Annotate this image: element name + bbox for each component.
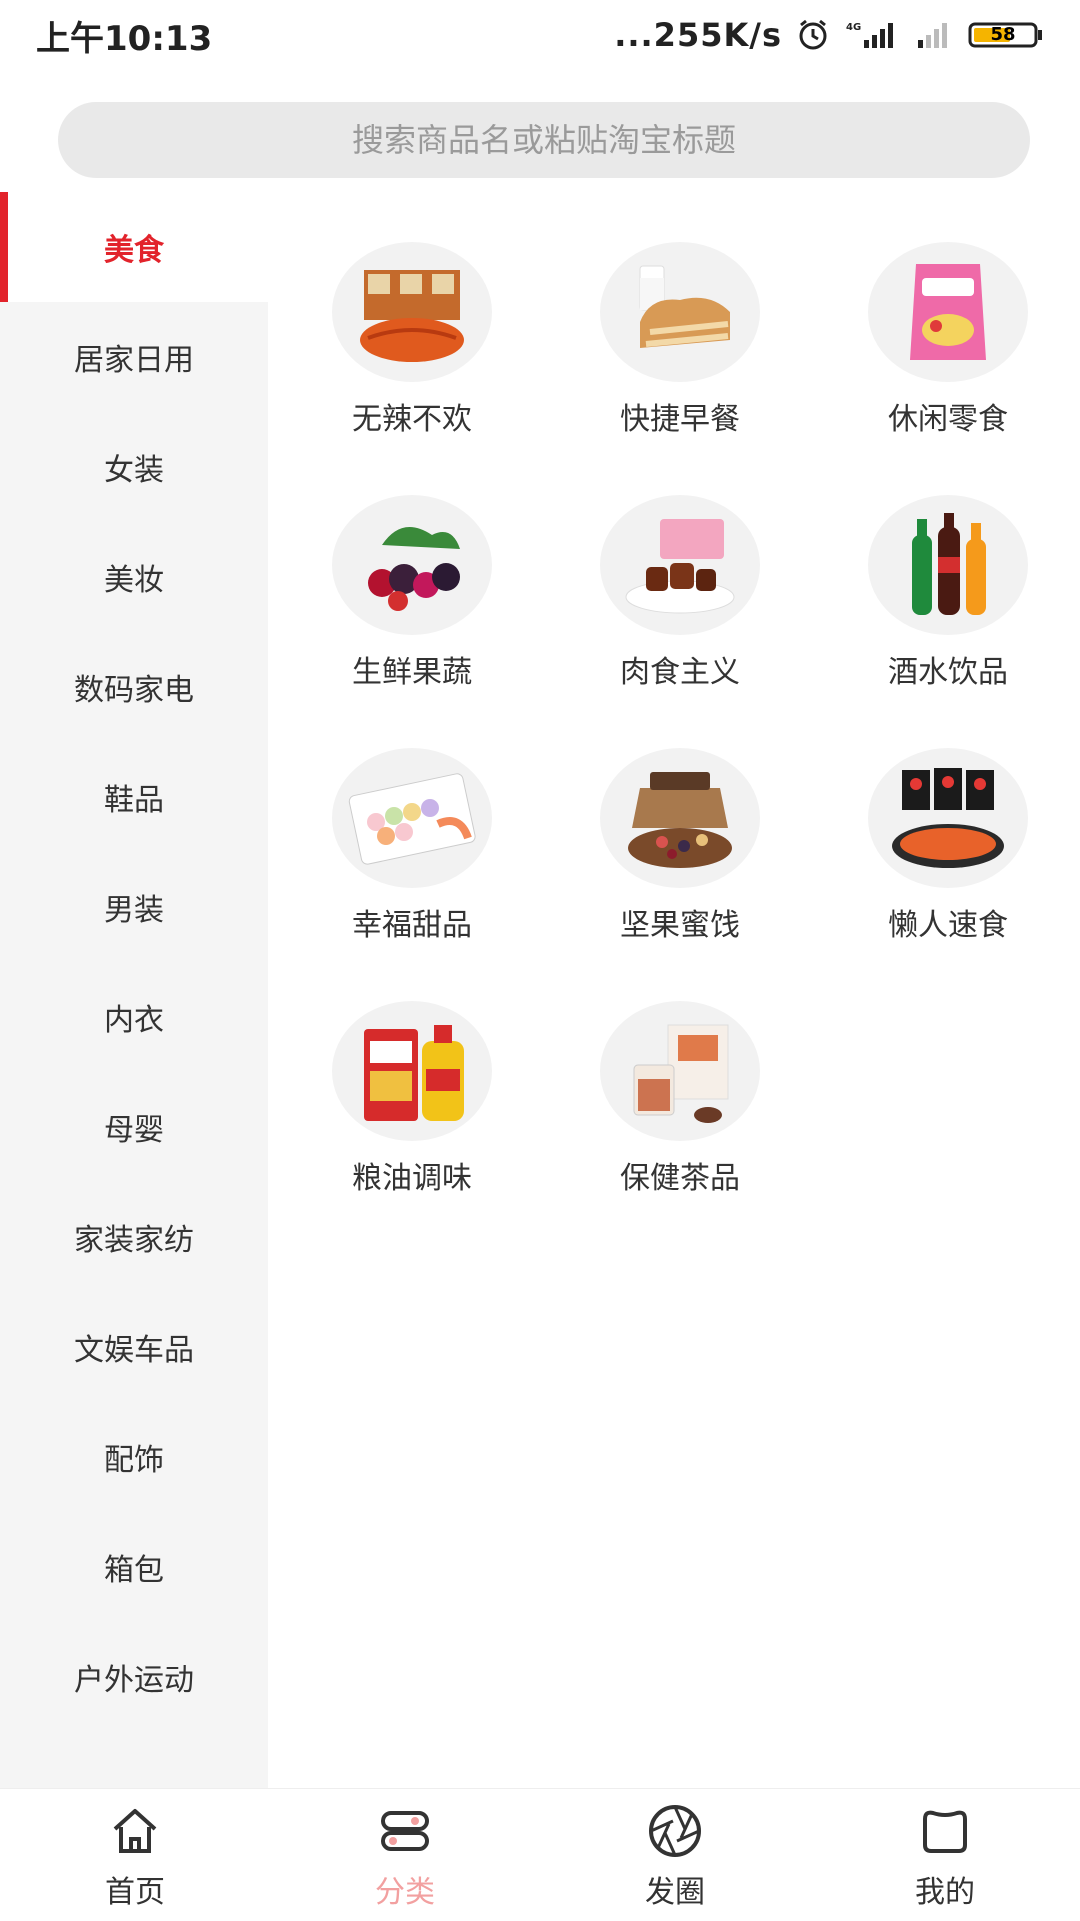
tab-category[interactable]: 分类	[270, 1789, 540, 1921]
category-label: 快捷早餐	[620, 402, 740, 437]
drinks-image	[868, 495, 1028, 635]
svg-text:4G: 4G	[846, 22, 861, 33]
tab-label: 首页	[105, 1875, 165, 1910]
sidebar-item-beauty[interactable]: 美妆	[0, 522, 268, 632]
sidebar-item-mens-wear[interactable]: 男装	[0, 852, 268, 962]
alarm-icon	[796, 18, 830, 52]
battery-icon: 58	[968, 22, 1044, 48]
signal-4g-icon: 4G	[844, 20, 900, 50]
bottom-tab-bar: 首页 分类 发圈 我的	[0, 1788, 1080, 1921]
sidebar-item-womens-wear[interactable]: 女装	[0, 412, 268, 522]
category-label: 无辣不欢	[352, 402, 472, 437]
tab-label: 发圈	[645, 1875, 705, 1910]
aperture-icon	[643, 1799, 707, 1863]
spicy-snack-image	[332, 242, 492, 382]
category-label: 幸福甜品	[352, 908, 472, 943]
category-label: 粮油调味	[352, 1161, 472, 1196]
category-item[interactable]: 保健茶品	[546, 1001, 814, 1254]
sidebar-item-home-textile[interactable]: 家装家纺	[0, 1182, 268, 1292]
tab-label: 我的	[915, 1875, 975, 1910]
category-item[interactable]: 粮油调味	[278, 1001, 546, 1254]
bread-milk-image	[600, 242, 760, 382]
tea-image	[600, 1001, 760, 1141]
category-label: 懒人速食	[888, 908, 1008, 943]
sidebar-item-bags[interactable]: 箱包	[0, 1512, 268, 1622]
macarons-image	[332, 748, 492, 888]
category-item[interactable]: 无辣不欢	[278, 242, 546, 495]
category-item[interactable]: 休闲零食	[814, 242, 1080, 495]
net-speed: ...255K/s	[614, 16, 782, 54]
category-label: 休闲零食	[888, 402, 1008, 437]
category-icon	[373, 1799, 437, 1863]
nuts-image	[600, 748, 760, 888]
tab-moments[interactable]: 发圈	[540, 1789, 810, 1921]
search-input[interactable]	[58, 120, 1030, 160]
sidebar-item-accessories[interactable]: 配饰	[0, 1402, 268, 1512]
sidebar-item-outdoor[interactable]: 户外运动	[0, 1622, 268, 1732]
noodles-image	[868, 748, 1028, 888]
category-grid: 无辣不欢 快捷早餐 休闲零食 生鲜果蔬 肉食主义 酒水饮品 幸福甜品 坚果蜜饯 …	[268, 192, 1080, 1254]
battery-level: 58	[990, 24, 1016, 45]
signal-icon	[914, 20, 954, 50]
category-item[interactable]: 酒水饮品	[814, 495, 1080, 748]
category-item[interactable]: 坚果蜜饯	[546, 748, 814, 1001]
category-sidebar: 美食 居家日用 女装 美妆 数码家电 鞋品 男装 内衣 母婴 家装家纺 文娱车品…	[0, 192, 268, 1788]
category-item[interactable]: 肉食主义	[546, 495, 814, 748]
status-right: ...255K/s 4G 58	[614, 16, 1044, 54]
profile-icon	[913, 1799, 977, 1863]
sidebar-item-digital[interactable]: 数码家电	[0, 632, 268, 742]
status-bar: 上午10:13 ...255K/s 4G 58	[0, 0, 1080, 70]
category-label: 生鲜果蔬	[352, 655, 472, 690]
search-bar[interactable]	[58, 102, 1030, 178]
status-time: 上午10:13	[36, 18, 213, 59]
home-icon	[103, 1799, 167, 1863]
sidebar-item-entertainment-auto[interactable]: 文娱车品	[0, 1292, 268, 1402]
category-item[interactable]: 快捷早餐	[546, 242, 814, 495]
category-item[interactable]: 生鲜果蔬	[278, 495, 546, 748]
category-label: 酒水饮品	[888, 655, 1008, 690]
rice-oil-image	[332, 1001, 492, 1141]
category-label: 保健茶品	[620, 1161, 740, 1196]
sidebar-item-underwear[interactable]: 内衣	[0, 962, 268, 1072]
sidebar-item-shoes[interactable]: 鞋品	[0, 742, 268, 852]
berries-image	[332, 495, 492, 635]
chips-image	[868, 242, 1028, 382]
category-content: 无辣不欢 快捷早餐 休闲零食 生鲜果蔬 肉食主义 酒水饮品 幸福甜品 坚果蜜饯 …	[268, 192, 1080, 1788]
category-label: 坚果蜜饯	[620, 908, 740, 943]
tab-label: 分类	[375, 1875, 435, 1910]
category-item[interactable]: 懒人速食	[814, 748, 1080, 1001]
meat-image	[600, 495, 760, 635]
category-label: 肉食主义	[620, 655, 740, 690]
sidebar-item-food[interactable]: 美食	[0, 192, 268, 302]
category-item[interactable]: 幸福甜品	[278, 748, 546, 1001]
tab-profile[interactable]: 我的	[810, 1789, 1080, 1921]
sidebar-item-baby[interactable]: 母婴	[0, 1072, 268, 1182]
sidebar-item-household[interactable]: 居家日用	[0, 302, 268, 412]
tab-home[interactable]: 首页	[0, 1789, 270, 1921]
